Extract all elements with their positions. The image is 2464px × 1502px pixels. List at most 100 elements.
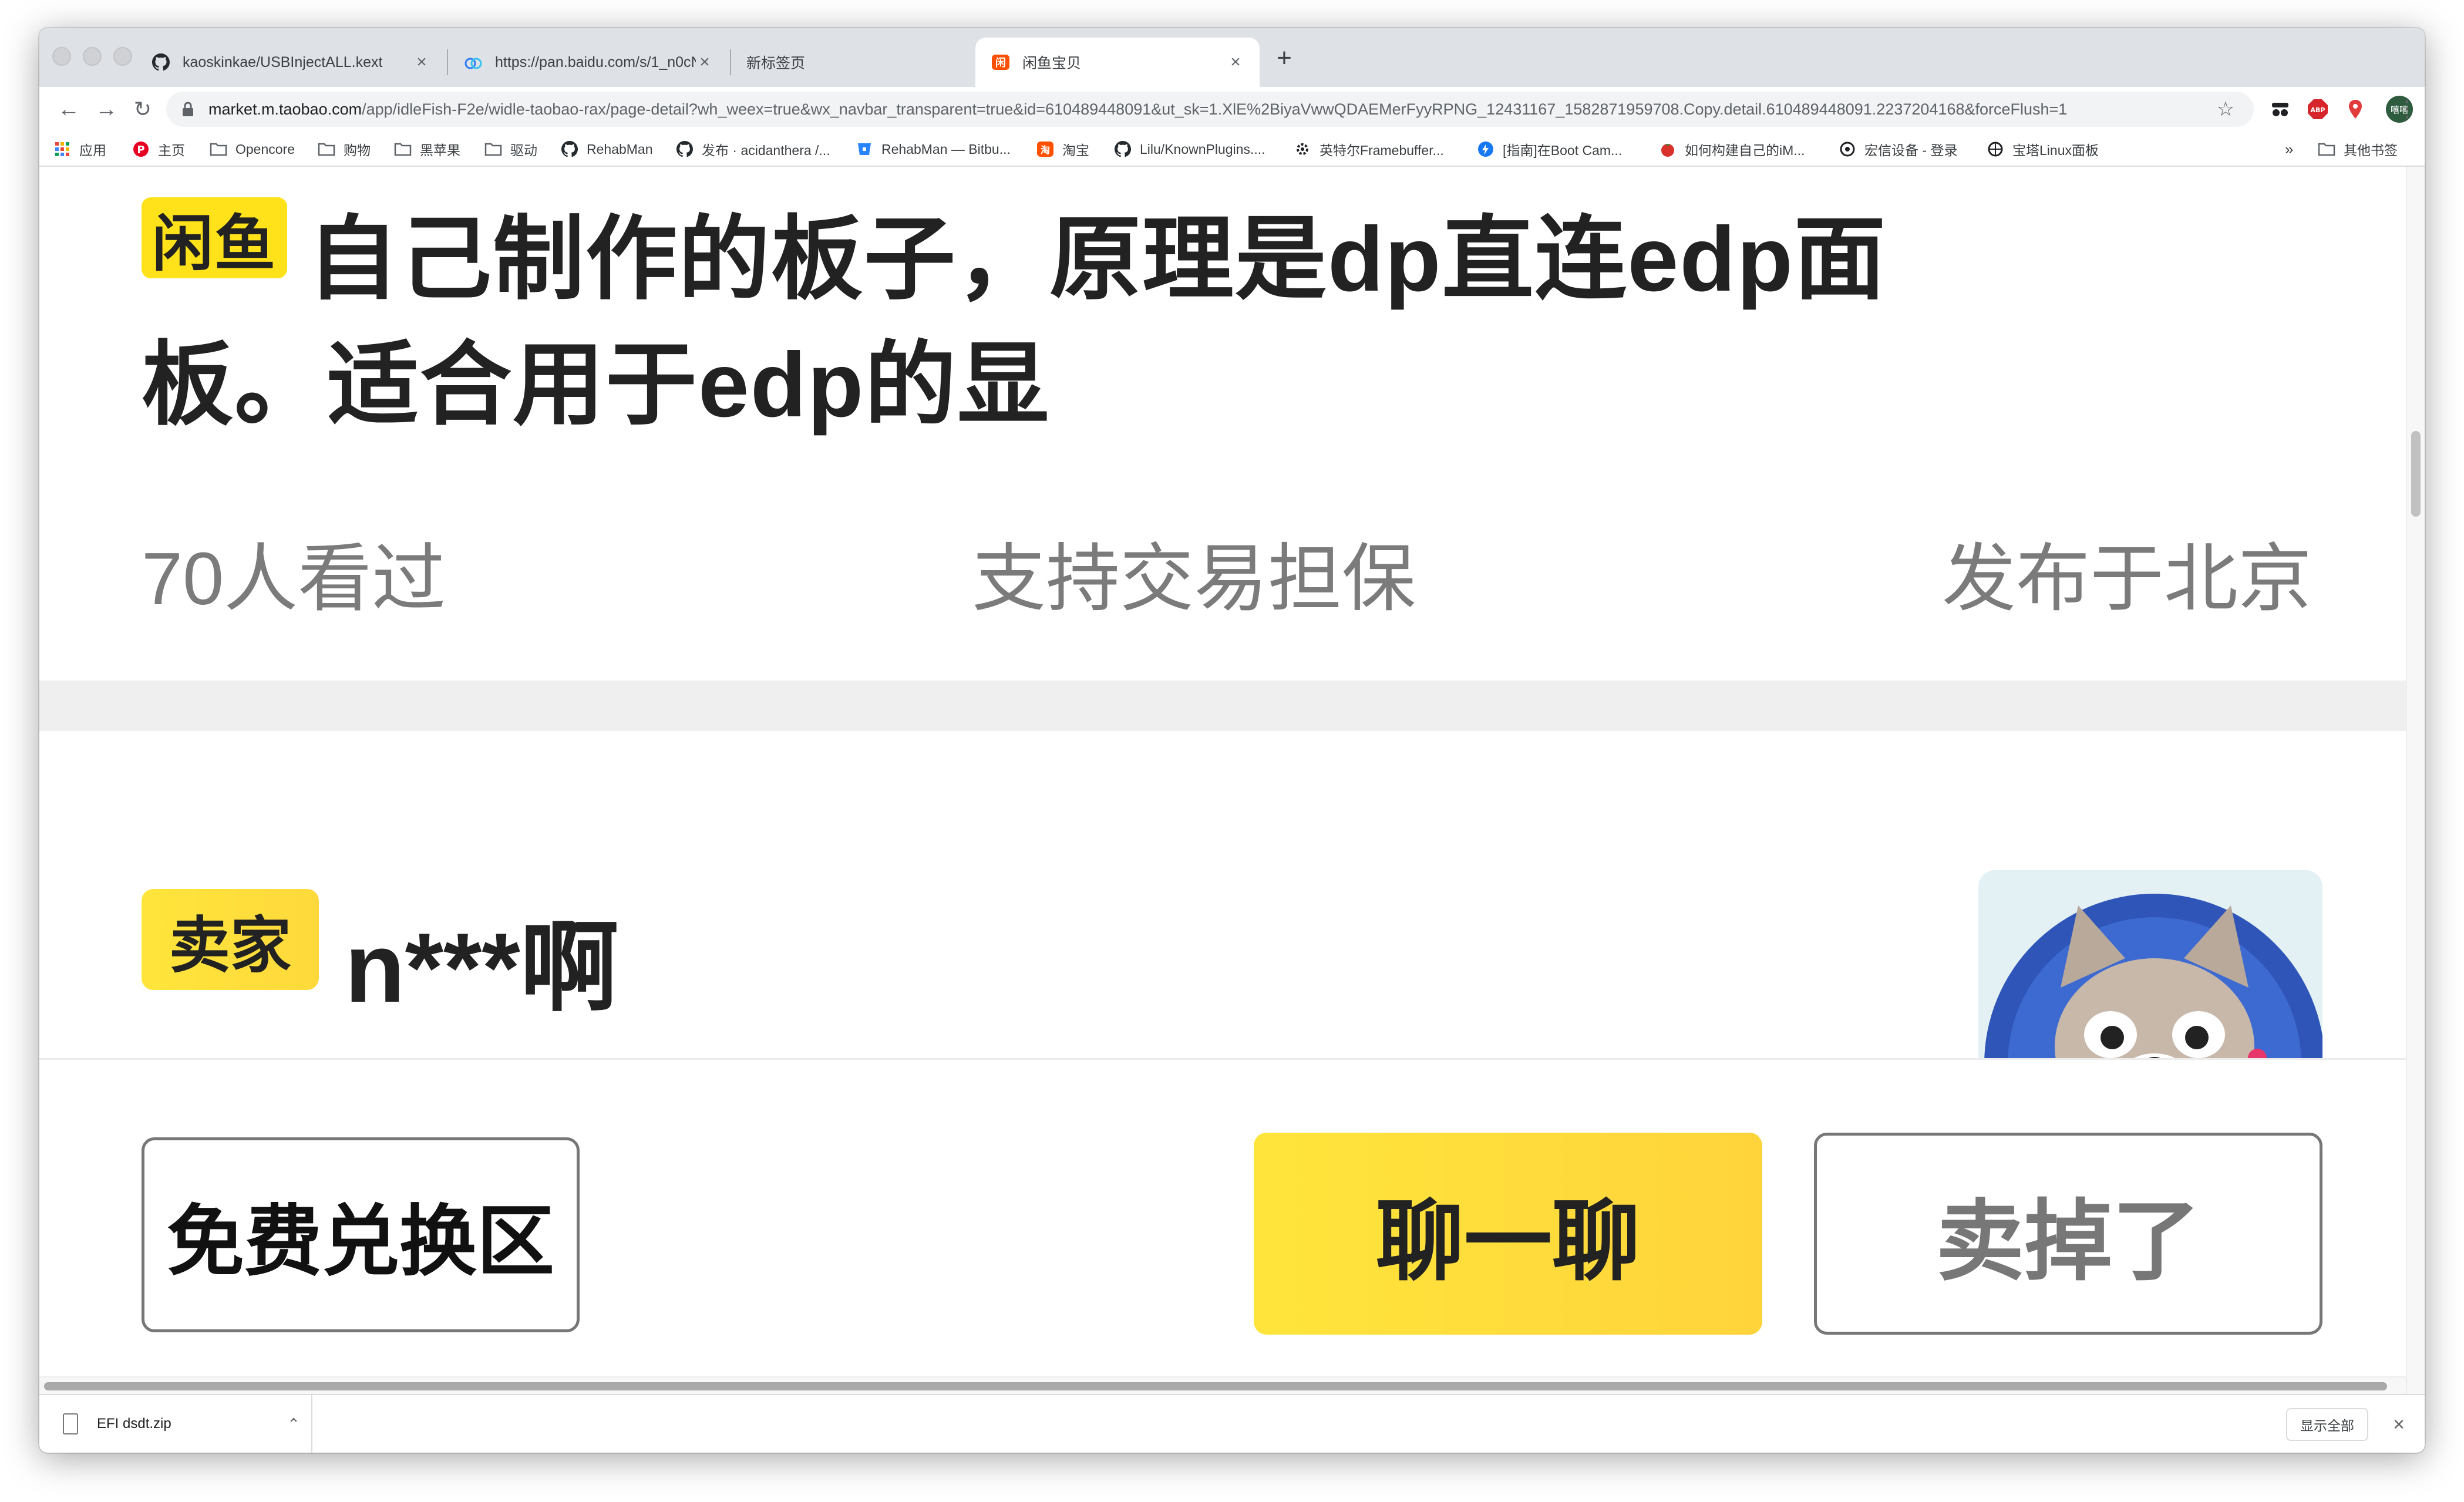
minimize-window-button[interactable] (83, 47, 102, 66)
bookmark-label: 购物 (344, 143, 371, 158)
bookmark-label: Opencore (235, 141, 295, 157)
url-host: market.m.taobao.com (208, 100, 362, 118)
zoom-window-button[interactable] (113, 47, 132, 66)
tab-usbinjectall[interactable]: kaoskinkae/USBInjectALL.kext × (136, 38, 446, 87)
trade-guarantee: 支持交易担保 (972, 537, 1416, 620)
close-window-button[interactable] (52, 47, 71, 66)
bookmark-folder-opencore[interactable]: Opencore (210, 139, 295, 160)
download-file-name: EFI dsdt.zip (97, 1416, 171, 1432)
taobao-icon: 淘 (1036, 140, 1054, 158)
github-icon (1114, 140, 1132, 158)
section-divider (39, 681, 2406, 731)
page-viewport: 闲鱼 自己制作的板子，原理是dp直连edp面 板。适合用于edp的显 70人看过… (39, 167, 2406, 1413)
svg-text:P: P (137, 144, 144, 156)
bookmark-label: 主页 (158, 143, 185, 158)
zip-file-icon (63, 1413, 78, 1434)
seller-badge: 卖家 (142, 889, 319, 990)
xianyu-brand-badge: 闲鱼 (142, 197, 287, 278)
free-exchange-button[interactable]: 免费兑换区 (142, 1137, 580, 1332)
url-path: /app/idleFish-F2e/widle-taobao-rax/page-… (362, 100, 2068, 118)
forward-button[interactable]: → (91, 94, 122, 124)
bookmark-folder-drivers[interactable]: 驱动 (484, 139, 537, 160)
bookmark-acidanthera[interactable]: 发布 · acidanthera /... (676, 139, 830, 160)
bookmark-folder-hackintosh[interactable]: 黑苹果 (394, 139, 460, 160)
bookmark-folder-shopping[interactable]: 购物 (318, 139, 371, 160)
bookmark-star-icon[interactable]: ☆ (2213, 97, 2239, 121)
bottom-action-bar: 免费兑换区 聊一聊 卖掉了 (39, 1058, 2406, 1413)
bookmark-label: 如何构建自己的iM... (1685, 143, 1805, 158)
pin-extension-icon[interactable] (2344, 97, 2367, 121)
new-tab-button[interactable]: + (1267, 43, 1302, 73)
bookmark-rehabman[interactable]: RehabMan (561, 139, 653, 160)
tab-title: https://pan.baidu.com/s/1_n0cN (495, 53, 696, 70)
vertical-scroll-thumb[interactable] (2411, 431, 2421, 517)
bookmark-label: 应用 (79, 143, 106, 158)
lock-icon (181, 102, 197, 117)
tab-close-icon[interactable]: × (413, 52, 430, 72)
bookmark-baota-panel[interactable]: 宝塔Linux面板 (1987, 139, 2099, 160)
bookmark-lilu[interactable]: Lilu/KnownPlugins.... (1114, 139, 1265, 160)
bookmark-taobao[interactable]: 淘 淘宝 (1036, 139, 1089, 160)
download-item[interactable]: EFI dsdt.zip ⌃ (39, 1395, 312, 1453)
bookmark-label: 淘宝 (1062, 143, 1089, 158)
other-bookmarks[interactable]: 其他书签 (2318, 139, 2398, 160)
apps-grid-icon (53, 140, 71, 158)
chat-button[interactable]: 聊一聊 (1254, 1133, 1762, 1335)
address-bar[interactable]: market.m.taobao.com/app/idleFish-F2e/wid… (166, 92, 2254, 127)
back-button[interactable]: ← (53, 94, 84, 124)
download-shelf: EFI dsdt.zip ⌃ 显示全部 × (39, 1394, 2425, 1453)
bookmark-label: 发布 · acidanthera /... (702, 143, 830, 158)
menu-dots-icon: ⋮ (2396, 97, 2418, 122)
bookmark-label: 宝塔Linux面板 (2012, 143, 2099, 158)
sold-button[interactable]: 卖掉了 (1814, 1133, 2322, 1335)
bitbucket-icon (856, 140, 873, 158)
bookmark-home[interactable]: P 主页 (132, 139, 185, 160)
globe-icon (1987, 140, 2004, 158)
bookmark-bootcamp-guide[interactable]: [指南]在Boot Cam... (1477, 139, 1622, 160)
globe-icon (1839, 140, 1856, 158)
abp-label: ABP (2311, 106, 2325, 114)
bookmark-label: 黑苹果 (420, 143, 460, 158)
bookmark-apps[interactable]: 应用 (53, 139, 106, 160)
item-title-line-2: 板。适合用于edp的显 (142, 334, 1051, 436)
tab-baidu-pan[interactable]: https://pan.baidu.com/s/1_n0cN × (448, 38, 729, 87)
tab-new-tab-page[interactable]: 新标签页 × (731, 38, 1014, 87)
bookmark-hongxin-login[interactable]: 宏信设备 - 登录 (1839, 139, 1957, 160)
github-icon (561, 140, 578, 158)
bookmarks-overflow-button[interactable]: » (2285, 139, 2293, 160)
gear-icon (1294, 140, 1311, 158)
tab-title: 闲鱼宝贝 (1022, 55, 1082, 72)
svg-text:闲: 闲 (995, 56, 1006, 69)
bookmark-label: RehabMan — Bitbu... (881, 141, 1011, 157)
bookmark-build-imac[interactable]: 如何构建自己的iM... (1659, 139, 1805, 160)
vertical-scrollbar[interactable] (2406, 167, 2425, 1413)
bookmark-rehabman-bitbucket[interactable]: RehabMan — Bitbu... (856, 139, 1011, 160)
github-icon (676, 140, 694, 158)
horizontal-scroll-thumb[interactable] (44, 1382, 2387, 1390)
bolt-icon (1477, 140, 1494, 158)
folder-icon (2318, 140, 2335, 158)
bookmarks-bar: 应用 P 主页 Opencore 购物 黑苹果 驱动 RehabMan 发布 ·… (39, 132, 2425, 167)
show-all-downloads-button[interactable]: 显示全部 (2286, 1408, 2368, 1441)
publish-location: 发布于北京 (1942, 537, 2312, 620)
seller-name[interactable]: n***啊 (345, 888, 619, 1030)
toolbar: ← → ↻ market.m.taobao.com/app/idleFish-F… (39, 87, 2425, 132)
tomato-icon (1659, 140, 1677, 158)
svg-text:淘: 淘 (1041, 144, 1050, 156)
close-shelf-icon[interactable]: × (2382, 1408, 2415, 1441)
tab-close-icon[interactable]: × (696, 52, 713, 72)
bookmark-label: 宏信设备 - 登录 (1864, 143, 1958, 158)
adblock-plus-icon[interactable]: ABP (2306, 97, 2330, 121)
tab-title: kaoskinkae/USBInjectALL.kext (183, 53, 383, 70)
incognito-extension-icon[interactable] (2268, 97, 2292, 121)
horizontal-scrollbar[interactable] (39, 1376, 2406, 1394)
tab-close-icon[interactable]: × (1227, 52, 1244, 72)
bookmark-label: Lilu/KnownPlugins.... (1140, 141, 1265, 157)
url-text: market.m.taobao.com/app/idleFish-F2e/wid… (208, 100, 2213, 119)
chevron-up-icon[interactable]: ⌃ (276, 1415, 311, 1433)
bookmark-intel-framebuffer[interactable]: 英特尔Framebuffer... (1294, 139, 1444, 160)
reload-button[interactable]: ↻ (127, 94, 158, 124)
bookmark-label: 驱动 (510, 143, 537, 158)
browser-window: kaoskinkae/USBInjectALL.kext × https://p… (39, 28, 2425, 1453)
tab-xianyu[interactable]: 闲 闲鱼宝贝 × (975, 38, 1260, 87)
